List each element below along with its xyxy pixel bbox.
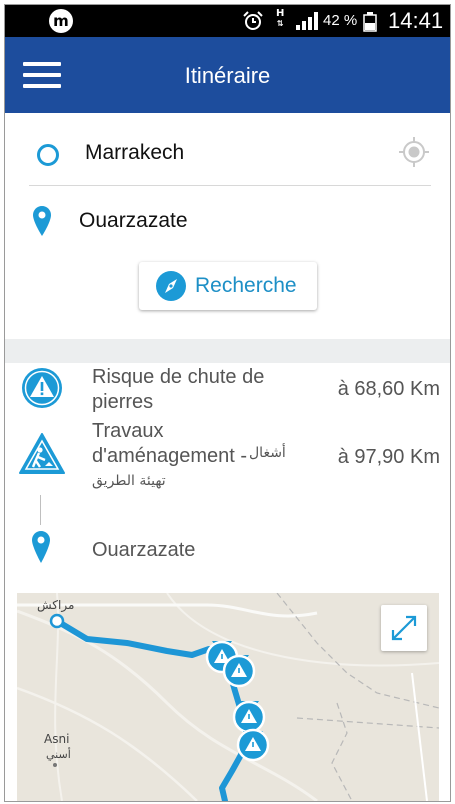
result-label: Travaux d'aménagement -	[92, 420, 248, 467]
search-button[interactable]: Recherche	[139, 262, 317, 310]
destination-field[interactable]: Ouarzazate	[5, 191, 450, 251]
compass-icon	[156, 271, 186, 301]
map-label-asni-arabic: أسني	[46, 748, 71, 761]
result-item[interactable]: Risque de chute de pierres à 68,60 Km	[5, 365, 450, 421]
destination-value: Ouarzazate	[79, 209, 188, 232]
route-map[interactable]: مراكش Asni أسني	[17, 593, 439, 801]
result-item[interactable]: Ouarzazate	[5, 531, 450, 571]
battery-icon	[363, 12, 377, 32]
status-bar: m H ⇅ 42 % 14:41	[5, 5, 450, 37]
map-label-asni: Asni	[44, 732, 70, 746]
alarm-clock-icon	[243, 11, 263, 30]
map-canvas	[17, 593, 439, 801]
warning-triangle-icon	[22, 368, 62, 408]
signal-icon	[296, 12, 318, 30]
result-item[interactable]: Travaux d'aménagement - أشغال تهيئة الطر…	[5, 419, 450, 491]
clock: 14:41	[388, 8, 444, 33]
section-separator	[5, 339, 450, 363]
app-logo-icon: m	[49, 9, 73, 33]
network-type-indicator: H ⇅	[276, 8, 285, 29]
result-label-arabic: أشغال	[249, 445, 286, 461]
search-button-label: Recherche	[195, 274, 297, 297]
origin-circle-icon	[37, 144, 59, 166]
origin-field[interactable]: Marrakech	[5, 123, 450, 183]
map-pin-icon	[32, 531, 50, 563]
phone-screen: m H ⇅ 42 % 14:41 Itinéraire Marrakech Ou…	[4, 4, 451, 802]
battery-percent: 42 %	[323, 12, 358, 29]
roadwork-icon	[19, 433, 65, 474]
locate-me-icon[interactable]	[398, 136, 430, 168]
expand-icon	[391, 615, 417, 641]
origin-value: Marrakech	[85, 141, 185, 164]
fullscreen-button[interactable]	[381, 605, 427, 651]
app-bar: Itinéraire	[5, 37, 450, 113]
result-label-arabic: تهيئة الطريق	[92, 473, 166, 489]
route-connector-line	[40, 495, 41, 525]
result-label: Ouarzazate	[92, 539, 196, 561]
result-distance: à 97,90 Km	[337, 446, 440, 468]
map-pin-icon	[33, 206, 51, 236]
result-distance: à 68,60 Km	[337, 378, 440, 400]
field-divider	[29, 185, 431, 186]
map-label-marrakech: مراكش	[37, 598, 75, 612]
page-title: Itinéraire	[184, 63, 271, 88]
result-label: Risque de chute de pierres	[92, 366, 265, 413]
